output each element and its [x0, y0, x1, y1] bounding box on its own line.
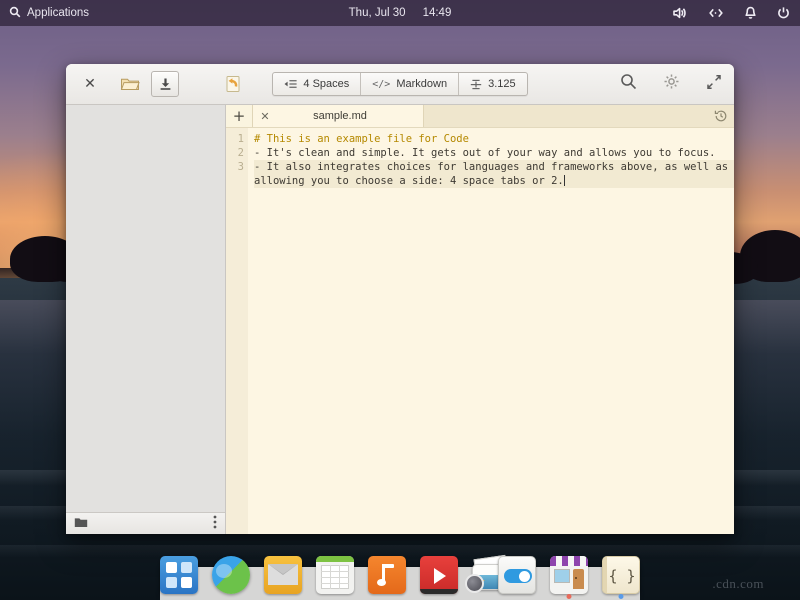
- window-body: + ✕ sample.md 1 2 3 # This: [66, 105, 734, 534]
- language-setting-label: Markdown: [396, 78, 447, 90]
- dock-item-code-editor[interactable]: { }: [602, 556, 640, 594]
- line-height-setting-label: 3.125: [488, 78, 516, 90]
- titlebar-right-actions: [620, 73, 722, 95]
- line-number: 2: [226, 146, 244, 160]
- running-indicator: [567, 594, 572, 599]
- applications-label: Applications: [27, 7, 89, 19]
- power-icon[interactable]: [777, 6, 790, 20]
- line-number: 1: [226, 132, 244, 146]
- language-setting-button[interactable]: </> Markdown: [361, 73, 459, 95]
- sidebar-file-list[interactable]: [66, 105, 225, 512]
- code-lines[interactable]: # This is an example file for Code - It'…: [248, 128, 734, 534]
- code-editor-area[interactable]: 1 2 3 # This is an example file for Code…: [226, 128, 734, 534]
- tab-close-icon[interactable]: ✕: [253, 110, 277, 123]
- history-clock-icon[interactable]: [714, 105, 728, 127]
- code-editor-window: ✕: [66, 64, 734, 534]
- line-height-icon: [470, 79, 482, 90]
- line-number: 3: [226, 160, 244, 174]
- window-titlebar: ✕: [66, 64, 734, 105]
- indent-icon: [284, 79, 297, 89]
- search-icon[interactable]: [620, 73, 637, 95]
- code-line-3-wrap: allowing you to choose a side: 4 space t…: [254, 174, 734, 188]
- panel-time: 14:49: [423, 7, 452, 19]
- dock-item-app-center[interactable]: [550, 556, 588, 594]
- dock-item-web-browser[interactable]: [212, 556, 250, 594]
- network-icon[interactable]: [708, 7, 724, 19]
- gear-icon[interactable]: [663, 73, 680, 95]
- new-tab-button[interactable]: +: [226, 105, 253, 127]
- tab-title: sample.md: [277, 110, 423, 122]
- tab-sample-md[interactable]: ✕ sample.md: [253, 105, 424, 127]
- code-line-2: - It's clean and simple. It gets out of …: [254, 146, 734, 160]
- text-cursor: [564, 175, 565, 186]
- editor-pane: + ✕ sample.md 1 2 3 # This: [226, 105, 734, 534]
- tab-bar: + ✕ sample.md: [226, 105, 734, 128]
- notifications-icon[interactable]: [744, 6, 757, 20]
- line-height-setting-button[interactable]: 3.125: [459, 73, 527, 95]
- panel-date: Thu, Jul 30: [349, 7, 406, 19]
- dock-item-photos[interactable]: [472, 556, 484, 594]
- overflow-menu-icon[interactable]: [213, 515, 217, 534]
- indent-setting-label: 4 Spaces: [303, 78, 349, 90]
- indent-setting-button[interactable]: 4 Spaces: [273, 73, 361, 95]
- code-line-3-wrap-text: allowing you to choose a side: 4 space t…: [254, 175, 564, 187]
- volume-icon[interactable]: [672, 6, 688, 20]
- dock-item-calendar[interactable]: [316, 556, 354, 594]
- code-line-1: # This is an example file for Code: [254, 132, 734, 146]
- running-indicator: [619, 594, 624, 599]
- dock-item-system-settings[interactable]: [498, 556, 536, 594]
- sidebar-footer: [66, 512, 225, 534]
- dock-item-music[interactable]: [368, 556, 406, 594]
- applications-menu[interactable]: Applications: [0, 6, 89, 21]
- file-sidebar: [66, 105, 226, 534]
- dock: { }: [160, 567, 640, 600]
- dock-item-applications-grid[interactable]: [160, 556, 198, 594]
- wallpaper-watermark: .cdn.com: [712, 576, 764, 592]
- editor-mode-segments: 4 Spaces </> Markdown 3.125: [272, 72, 527, 96]
- dock-item-mail[interactable]: [264, 556, 302, 594]
- line-number-gutter: 1 2 3: [226, 128, 248, 534]
- search-icon: [9, 6, 21, 21]
- top-panel: Applications Thu, Jul 30 14:49: [0, 0, 800, 26]
- folder-icon[interactable]: [74, 515, 88, 533]
- fullscreen-expand-icon[interactable]: [706, 74, 722, 95]
- dock-icon-list: { }: [160, 556, 640, 594]
- dock-item-videos[interactable]: [420, 556, 458, 594]
- code-line-3: - It also integrates choices for languag…: [254, 160, 734, 174]
- panel-indicators: [672, 6, 790, 20]
- code-tags-icon: </>: [372, 79, 390, 90]
